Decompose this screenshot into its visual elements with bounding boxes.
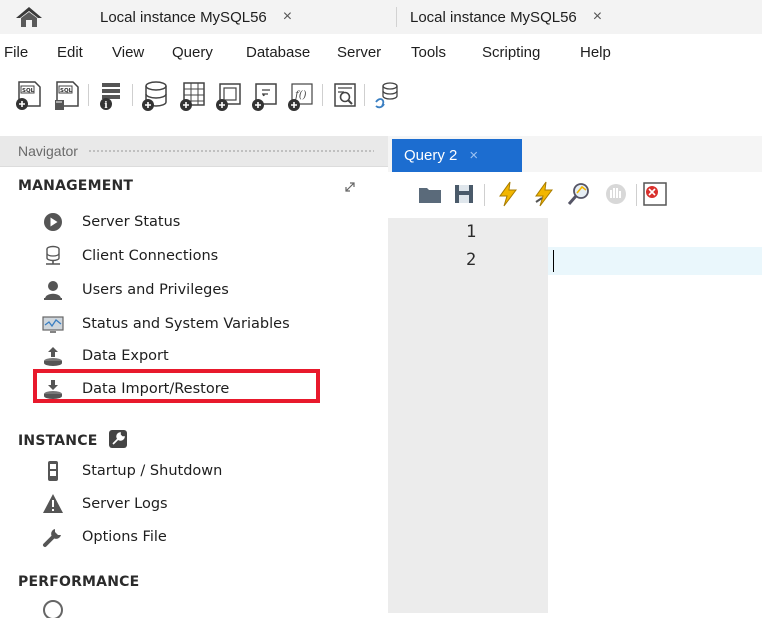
nav-item-label: Server Logs	[82, 496, 168, 512]
tab-query-2[interactable]: Query 2 ×	[392, 139, 522, 172]
navigator-title: Navigator	[18, 143, 78, 159]
reconnect-icon[interactable]	[372, 80, 402, 112]
nav-item-dashboard-partial[interactable]	[42, 598, 372, 618]
svg-text:i: i	[104, 101, 108, 111]
open-sql-script-icon[interactable]: SQL	[52, 80, 82, 112]
new-sql-tab-icon[interactable]: SQL	[14, 80, 44, 112]
text-caret	[553, 250, 554, 272]
startup-icon	[42, 460, 64, 482]
close-icon[interactable]: ×	[469, 147, 478, 164]
toolbar-separator	[322, 84, 323, 106]
section-management[interactable]: MANAGEMENT	[18, 178, 133, 194]
data-export-icon	[42, 345, 64, 367]
execute-current-icon[interactable]	[530, 180, 560, 212]
save-icon[interactable]	[450, 180, 480, 212]
menu-help[interactable]: Help	[580, 44, 611, 61]
dashboard-icon	[42, 598, 64, 618]
menu-database[interactable]: Database	[246, 44, 310, 61]
create-schema-icon[interactable]	[140, 80, 170, 112]
inspector-icon[interactable]: i	[96, 80, 126, 112]
nav-item-users-and-privileges[interactable]: Users and Privileges	[42, 275, 372, 305]
monitor-icon	[42, 313, 64, 335]
users-icon	[42, 279, 64, 301]
nav-item-status-and-system-variables[interactable]: Status and System Variables	[42, 309, 372, 339]
expand-icon[interactable]	[344, 180, 356, 192]
menu-bar: File Edit View Query Database Server Too…	[0, 34, 762, 74]
explain-icon[interactable]	[566, 180, 596, 212]
toolbar-separator	[132, 84, 133, 106]
navigator-panel: Navigator MANAGEMENT Server Status Clien…	[0, 136, 388, 618]
wrench-icon	[42, 526, 64, 548]
close-icon[interactable]: ×	[283, 8, 292, 26]
close-icon[interactable]: ×	[593, 8, 602, 26]
create-procedure-icon[interactable]: ꞏ	[250, 80, 280, 112]
navigator-header: Navigator	[0, 136, 388, 167]
stop-icon[interactable]	[602, 180, 632, 212]
nav-item-label: Options File	[82, 529, 167, 545]
menu-tools[interactable]: Tools	[411, 44, 446, 61]
sql-editor[interactable]: 1 2	[388, 218, 762, 613]
window-tab-1[interactable]: Local instance MySQL56 ×	[100, 0, 400, 34]
line-number: 1	[466, 222, 477, 242]
window-tab-2[interactable]: Local instance MySQL56 ×	[410, 0, 710, 34]
section-instance-label: INSTANCE	[18, 433, 98, 449]
create-function-icon[interactable]: f()	[286, 80, 316, 112]
window-tab-bar: Local instance MySQL56 × Local instance …	[0, 0, 762, 34]
client-connections-icon	[42, 245, 64, 267]
section-instance[interactable]: INSTANCE	[18, 430, 127, 449]
nav-item-startup-shutdown[interactable]: Startup / Shutdown	[42, 456, 372, 486]
editor-tab-bar: Query 2 ×	[388, 136, 762, 172]
menu-query[interactable]: Query	[172, 44, 213, 61]
nav-item-data-export[interactable]: Data Export	[42, 341, 372, 371]
nav-item-client-connections[interactable]: Client Connections	[42, 241, 372, 271]
tab-divider	[396, 7, 397, 27]
svg-text:ꞏ: ꞏ	[262, 89, 265, 102]
nav-item-label: Users and Privileges	[82, 282, 229, 298]
create-table-icon[interactable]	[178, 80, 208, 112]
nav-item-label: Status and System Variables	[82, 316, 290, 332]
menu-server[interactable]: Server	[337, 44, 381, 61]
toggle-error-icon[interactable]	[642, 180, 672, 212]
nav-item-label: Client Connections	[82, 248, 219, 264]
home-icon[interactable]	[14, 5, 44, 29]
window-tab-label: Local instance MySQL56	[410, 8, 577, 26]
wrench-icon	[108, 430, 127, 448]
nav-item-label: Server Status	[82, 214, 181, 230]
current-line-highlight	[548, 247, 762, 275]
svg-text:SQL: SQL	[22, 88, 35, 94]
navigator-grip[interactable]	[88, 149, 374, 153]
create-view-icon[interactable]	[214, 80, 244, 112]
section-performance[interactable]: PERFORMANCE	[18, 574, 139, 590]
toolbar-separator	[484, 184, 485, 206]
toolbar-separator	[364, 84, 365, 106]
search-table-data-icon[interactable]	[330, 80, 360, 112]
highlight-annotation	[33, 369, 320, 403]
nav-item-server-logs[interactable]: Server Logs	[42, 489, 372, 519]
menu-file[interactable]: File	[4, 44, 28, 61]
line-number-gutter: 1 2	[388, 218, 548, 613]
svg-text:SQL: SQL	[60, 88, 73, 94]
line-number: 2	[466, 250, 477, 270]
window-tab-label: Local instance MySQL56	[100, 8, 267, 26]
menu-view[interactable]: View	[112, 44, 144, 61]
server-status-icon	[42, 211, 64, 233]
nav-item-label: Data Export	[82, 348, 169, 364]
menu-scripting[interactable]: Scripting	[482, 44, 540, 61]
toolbar-separator	[636, 184, 637, 206]
open-folder-icon[interactable]	[416, 180, 446, 212]
toolbar-separator	[88, 84, 89, 106]
nav-item-options-file[interactable]: Options File	[42, 522, 372, 552]
menu-edit[interactable]: Edit	[57, 44, 83, 61]
nav-item-label: Startup / Shutdown	[82, 463, 223, 479]
editor-toolbar	[388, 172, 762, 218]
main-toolbar: SQL SQL i ꞏ f()	[0, 74, 762, 136]
nav-item-server-status[interactable]: Server Status	[42, 207, 372, 237]
warning-icon	[42, 493, 64, 515]
query-tab-label: Query 2	[404, 147, 458, 164]
execute-icon[interactable]	[494, 180, 524, 212]
